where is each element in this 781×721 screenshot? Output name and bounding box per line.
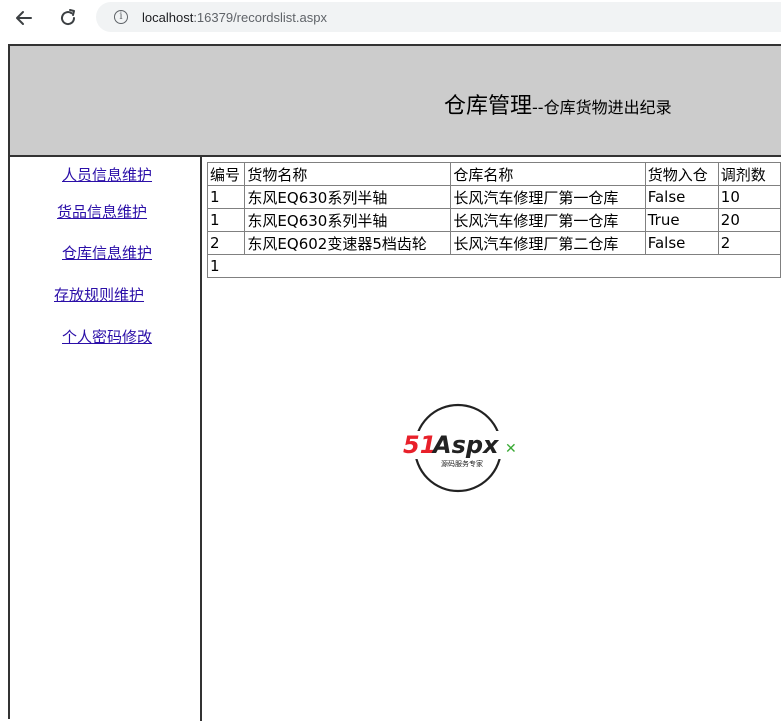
cell-warehouse-name: 长风汽车修理厂第一仓库 [450,185,646,209]
column-header-goods-name: 货物名称 [244,162,452,186]
sidebar-item-warehouse-info[interactable]: 仓库信息维护 [62,242,152,263]
address-bar[interactable]: i localhost:16379/recordslist.aspx [96,2,781,32]
table-header-row: 编号 货物名称 仓库名称 货物入仓 调剂数 [206,162,781,186]
svg-text:51: 51 [403,431,436,459]
sidebar-item-goods-info[interactable]: 货品信息维护 [57,201,147,222]
cell-id: 2 [206,231,246,255]
page-subtitle: --仓库货物进出纪录 [532,98,672,117]
arrow-left-icon [16,11,32,25]
cell-inbound: False [644,231,719,255]
main-content: 编号 货物名称 仓库名称 货物入仓 调剂数 1 东风EQ630系列半轴 长风汽车… [202,157,781,721]
cell-inbound: False [644,185,719,209]
reload-button[interactable] [56,6,80,30]
cell-warehouse-name: 长风汽车修理厂第一仓库 [450,208,646,232]
browser-toolbar: i localhost:16379/recordslist.aspx [0,0,781,36]
column-header-id: 编号 [206,162,246,186]
reload-icon [61,9,76,26]
column-header-warehouse-name: 仓库名称 [450,162,646,186]
51aspx-logo: 51 Aspx ✕ 源码服务专家 [402,403,524,493]
cell-id: 1 [206,208,246,232]
cell-id: 1 [206,185,246,209]
cell-quantity: 10 [717,185,781,209]
url-path: :16379/recordslist.aspx [193,9,327,25]
back-button[interactable] [12,6,36,30]
page-frame: 仓库管理--仓库货物进出纪录 人员信息维护 货品信息维护 仓库信息维护 存放规则… [8,44,781,721]
table-row: 2 东风EQ602变速器5档齿轮 长风汽车修理厂第二仓库 False 2 [206,231,781,255]
logo-tagline: 源码服务专家 [441,459,483,468]
sidebar: 人员信息维护 货品信息维护 仓库信息维护 存放规则维护 个人密码修改 [10,157,202,721]
cell-inbound: True [644,208,719,232]
svg-text:Aspx: Aspx [431,431,500,459]
column-header-quantity: 调剂数 [717,162,781,186]
table-row: 1 东风EQ630系列半轴 长风汽车修理厂第一仓库 False 10 [206,185,781,209]
url-text[interactable]: localhost:16379/recordslist.aspx [142,10,327,25]
table-row: 1 东风EQ630系列半轴 长风汽车修理厂第一仓库 True 20 [206,208,781,232]
svg-text:✕: ✕ [505,441,517,457]
cell-goods-name: 东风EQ630系列半轴 [244,208,452,232]
page-title-main: 仓库管理 [444,94,533,119]
pager-page-1[interactable]: 1 [207,254,781,278]
cell-goods-name: 东风EQ602变速器5档齿轮 [244,231,452,255]
page-header: 仓库管理--仓库货物进出纪录 [10,46,781,157]
cell-goods-name: 东风EQ630系列半轴 [244,185,452,209]
cell-quantity: 2 [717,231,781,255]
cell-quantity: 20 [717,208,781,232]
info-icon[interactable]: i [114,10,128,24]
pager-row: 1 [207,254,781,278]
url-host: localhost [142,9,194,25]
sidebar-item-staff-info[interactable]: 人员信息维护 [62,164,152,185]
column-header-inbound: 货物入仓 [644,162,719,186]
cell-warehouse-name: 长风汽车修理厂第二仓库 [450,231,646,255]
sidebar-item-change-password[interactable]: 个人密码修改 [62,326,152,347]
page-title: 仓库管理--仓库货物进出纪录 [444,88,672,120]
records-table: 编号 货物名称 仓库名称 货物入仓 调剂数 1 东风EQ630系列半轴 长风汽车… [206,162,781,278]
sidebar-item-storage-rules[interactable]: 存放规则维护 [54,284,144,305]
